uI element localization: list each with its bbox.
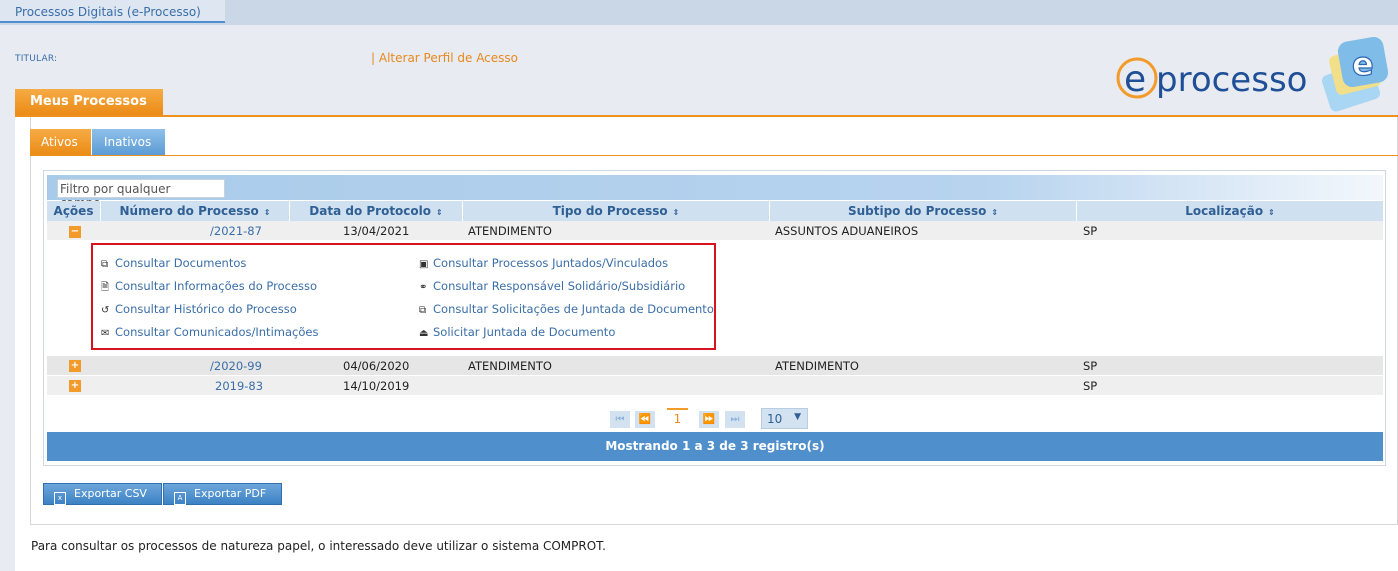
location: SP — [1083, 224, 1098, 238]
sort-icon[interactable]: ⇕ — [1268, 208, 1275, 217]
top-bar: Processos Digitais (e-Processo) — [0, 0, 1398, 25]
process-subtype: ASSUNTOS ADUANEIROS — [775, 224, 919, 238]
svg-text:processo: processo — [1156, 60, 1307, 100]
upload-icon: ⏏ — [419, 328, 429, 339]
meus-processos-tab[interactable]: Meus Processos — [15, 89, 163, 116]
alterar-perfil-link[interactable]: | Alterar Perfil de Acesso — [371, 51, 518, 65]
consultar-historico-link[interactable]: ↺ Consultar Histórico do Processo — [101, 302, 297, 316]
current-page[interactable]: 1 — [667, 408, 688, 428]
column-header-acoes: Ações — [47, 201, 101, 221]
location: SP — [1083, 379, 1098, 393]
history-icon: ↺ — [101, 305, 110, 316]
linked-processes-icon: ▣ — [419, 259, 429, 270]
process-type: ATENDIMENTO — [468, 224, 552, 238]
separator: | — [371, 51, 376, 65]
protocol-date: 13/04/2021 — [343, 224, 410, 238]
envelope-icon: ✉ — [101, 328, 110, 339]
sort-icon[interactable]: ⇕ — [436, 208, 443, 217]
consultar-solicitacoes-link[interactable]: ⧉ Consultar Solicitações de Juntada de Do… — [419, 302, 714, 316]
document-icon: 🗎 — [101, 282, 110, 293]
chevron-down-icon: ▼ — [794, 412, 801, 422]
sort-icon[interactable]: ⇕ — [673, 208, 680, 217]
handshake-icon: ⚭ — [419, 282, 428, 293]
filter-input[interactable]: Filtro por qualquer campo... — [57, 179, 225, 210]
protocol-date: 04/06/2020 — [343, 359, 410, 373]
svg-text:e: e — [1124, 59, 1146, 100]
titular-label: TITULAR: — [15, 54, 58, 64]
divider — [30, 155, 1398, 156]
column-header-numero[interactable]: Número do Processo ⇕ — [101, 201, 290, 221]
column-header-data[interactable]: Data do Protocolo ⇕ — [290, 201, 463, 221]
page-size-select[interactable]: 10 ▼ — [761, 408, 808, 429]
process-type: ATENDIMENTO — [468, 359, 552, 373]
process-number-link[interactable]: 2019-83 — [215, 376, 263, 393]
first-page-icon[interactable]: ⏮ — [610, 411, 630, 428]
column-header-tipo[interactable]: Tipo do Processo ⇕ — [463, 201, 770, 221]
process-number-link[interactable]: /2021-87 — [210, 221, 262, 238]
prev-page-icon[interactable]: ⏪ — [635, 411, 655, 428]
eprocesso-logo: e e processo — [1116, 36, 1389, 112]
solicitar-juntada-link[interactable]: ⏏ Solicitar Juntada de Documento — [419, 325, 615, 339]
documents-icon: ⧉ — [101, 259, 109, 270]
svg-text:e: e — [1352, 45, 1374, 83]
consultar-responsavel-link[interactable]: ⚭ Consultar Responsável Solidário/Subsidi… — [419, 279, 685, 293]
collapse-icon[interactable]: − — [69, 226, 81, 238]
tab-ativos[interactable]: Ativos — [30, 129, 91, 156]
export-pdf-button[interactable]: A Exportar PDF — [163, 483, 282, 505]
last-page-icon[interactable]: ⏭ — [725, 411, 745, 428]
consultar-juntados-link[interactable]: ▣ Consultar Processos Juntados/Vinculados — [419, 256, 668, 270]
next-page-icon[interactable]: ⏩ — [699, 411, 719, 428]
header: TITULAR: | Alterar Perfil de Acesso e e … — [0, 25, 1398, 117]
app-title-tab[interactable]: Processos Digitais (e-Processo) — [0, 0, 225, 23]
documents-icon: ⧉ — [419, 305, 427, 316]
alterar-perfil-label[interactable]: Alterar Perfil de Acesso — [379, 51, 518, 65]
records-summary: Mostrando 1 a 3 de 3 registro(s) — [47, 432, 1383, 461]
csv-file-icon: x — [54, 492, 66, 505]
expand-icon[interactable]: + — [69, 360, 81, 372]
column-header-subtipo[interactable]: Subtipo do Processo ⇕ — [770, 201, 1077, 221]
sort-icon[interactable]: ⇕ — [991, 208, 998, 217]
process-number-link[interactable]: /2020-99 — [210, 356, 262, 373]
pdf-file-icon: A — [174, 492, 186, 505]
consultar-documentos-link[interactable]: ⧉ Consultar Documentos — [101, 256, 246, 270]
location: SP — [1083, 359, 1098, 373]
protocol-date: 14/10/2019 — [343, 379, 410, 393]
footer-note: Para consultar os processos de natureza … — [31, 539, 606, 553]
expand-icon[interactable]: + — [69, 380, 81, 392]
export-csv-button[interactable]: x Exportar CSV — [43, 483, 162, 505]
filter-bar — [47, 175, 1383, 200]
process-subtype: ATENDIMENTO — [775, 359, 859, 373]
column-header-localizacao[interactable]: Localização ⇕ — [1077, 201, 1383, 221]
consultar-comunicados-link[interactable]: ✉ Consultar Comunicados/Intimações — [101, 325, 318, 339]
sort-icon[interactable]: ⇕ — [264, 208, 271, 217]
tab-inativos[interactable]: Inativos — [92, 129, 165, 156]
consultar-informacoes-link[interactable]: 🗎 Consultar Informações do Processo — [101, 279, 317, 297]
